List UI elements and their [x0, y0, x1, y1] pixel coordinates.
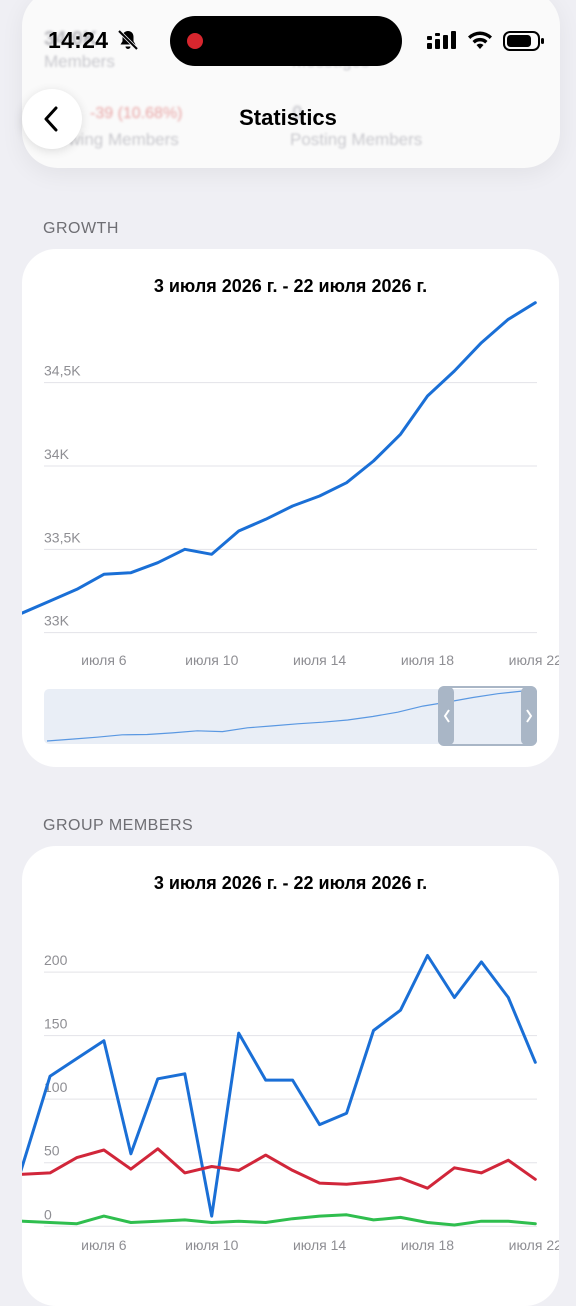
- status-time: 14:24: [48, 27, 109, 53]
- x-tick-label: июля 6: [81, 652, 127, 668]
- x-tick-label: июля 22: [509, 1237, 559, 1253]
- y-tick-label: 34,5K: [44, 363, 81, 379]
- series-line-3[interactable]: [22, 1213, 537, 1227]
- x-tick-label: июля 22: [509, 652, 559, 668]
- series-line-2[interactable]: [22, 1147, 537, 1190]
- series-line-1[interactable]: [22, 301, 537, 615]
- navigator-right-handle[interactable]: [521, 687, 537, 745]
- x-tick-label: июля 18: [401, 1237, 454, 1253]
- posting-label: Posting Members: [290, 130, 423, 149]
- x-tick-label: июля 14: [293, 1237, 346, 1253]
- y-tick-label: 200: [44, 952, 68, 968]
- y-tick-label: 0: [44, 1206, 52, 1222]
- x-tick-label: июля 6: [81, 1237, 127, 1253]
- x-tick-label: июля 18: [401, 652, 454, 668]
- x-tick-label: июля 10: [185, 652, 238, 668]
- bell-muted-icon: [117, 29, 139, 51]
- battery-icon: [503, 31, 544, 51]
- group-members-chart[interactable]: 050100150200 июля 6 июля 10 июля 14 июля 18…: [22, 846, 559, 1306]
- group-members-section-title: GROUP MEMBERS: [43, 817, 194, 834]
- y-tick-label: 34K: [44, 446, 70, 462]
- x-tick-label: июля 14: [293, 652, 346, 668]
- page-title: Statistics: [239, 105, 337, 130]
- y-tick-label: 33K: [44, 613, 70, 629]
- dynamic-island: [170, 16, 402, 66]
- status-bar: 14:24: [0, 0, 576, 80]
- recording-indicator: [187, 33, 203, 49]
- growth-section-title: GROWTH: [43, 220, 119, 237]
- series-line-1[interactable]: [22, 954, 537, 1218]
- y-tick-label: 150: [44, 1016, 68, 1032]
- cellular-signal-icon: [427, 31, 456, 49]
- growth-chart[interactable]: 33K 33,5K 34K 34,5K июля 6 июля 10 июля 14 июл…: [22, 249, 559, 767]
- x-tick-label: июля 10: [185, 1237, 238, 1253]
- y-tick-label: 33,5K: [44, 529, 81, 545]
- growth-card: 3 июля 2026 г. - 22 июля 2026 г. 33K 33,5…: [22, 249, 559, 767]
- wifi-icon: [468, 31, 492, 49]
- group-members-card: 3 июля 2026 г. - 22 июля 2026 г. 0 50 100 1…: [22, 846, 559, 1306]
- y-tick-label: 50: [44, 1143, 60, 1159]
